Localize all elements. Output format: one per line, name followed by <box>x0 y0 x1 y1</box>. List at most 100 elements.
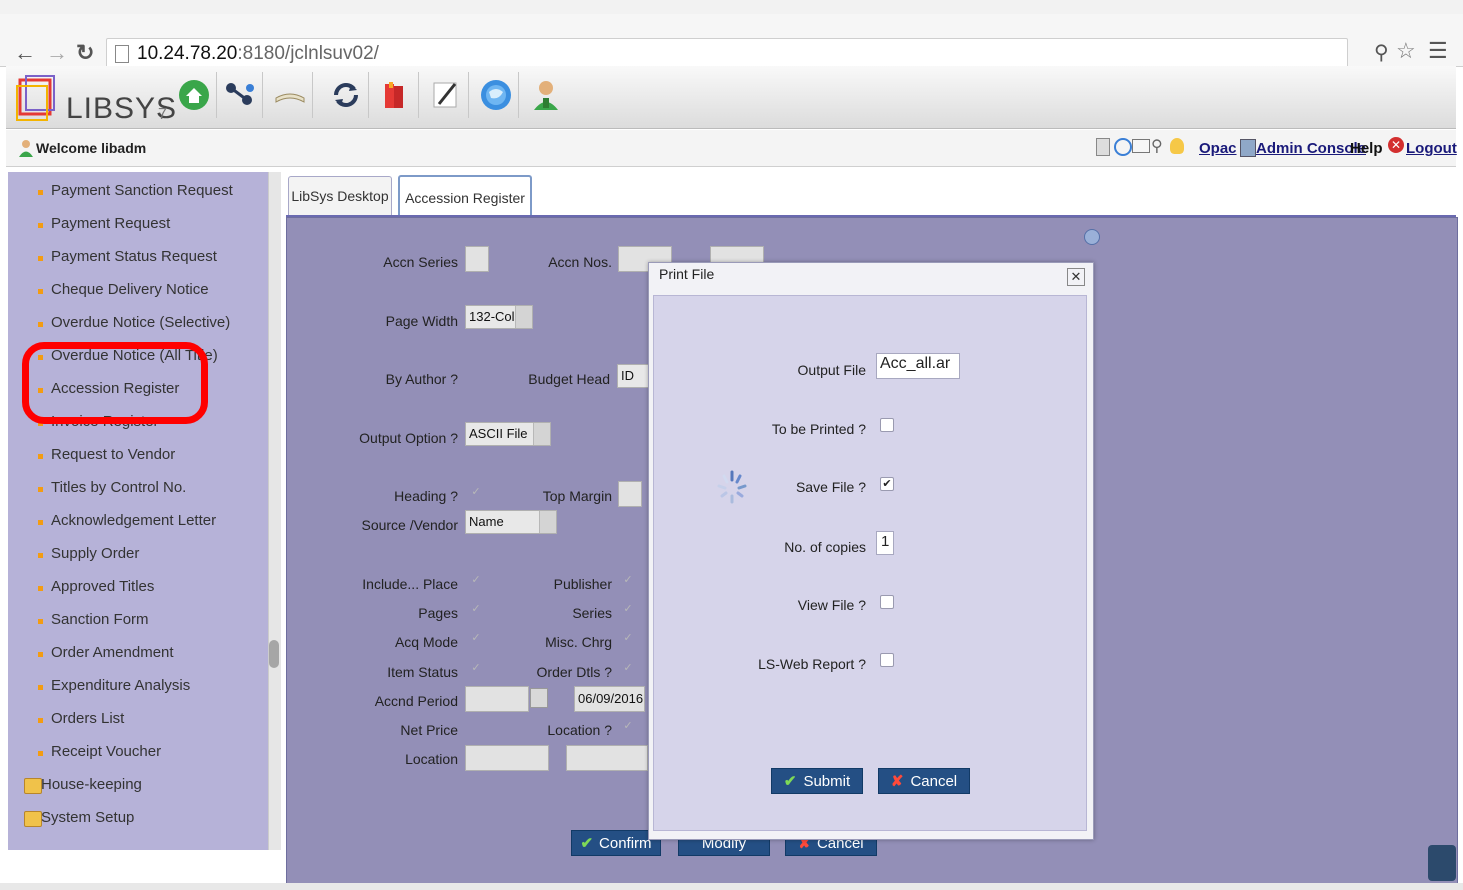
sidebar-item-request-to-vendor[interactable]: Request to Vendor <box>8 440 270 473</box>
bullet-icon <box>38 256 43 261</box>
opac-link[interactable]: Opac <box>1199 140 1237 157</box>
lsweb-report-checkbox[interactable] <box>880 653 894 667</box>
reload-icon[interactable]: ↻ <box>76 40 94 66</box>
bullet-icon <box>38 190 43 195</box>
accnd-period-from-input[interactable] <box>465 686 529 712</box>
document-icon[interactable] <box>1096 138 1110 156</box>
sidebar-scrollbar-thumb[interactable] <box>269 640 279 668</box>
bookmark-star-icon[interactable]: ☆ <box>1396 38 1416 64</box>
search-icon[interactable]: ⚲ <box>1151 136 1163 156</box>
sidebar-item-acknowledgement-letter[interactable]: Acknowledgement Letter <box>8 506 270 539</box>
globe-icon[interactable] <box>474 72 519 118</box>
user-icon[interactable] <box>524 72 568 118</box>
key-icon[interactable]: ⚲ <box>1374 40 1389 65</box>
sidebar-folder-system-setup[interactable]: System Setup <box>8 803 270 836</box>
output-file-input[interactable]: Acc_all.ar <box>876 353 960 379</box>
save-file-label: Save File ? <box>795 479 866 495</box>
books-icon[interactable] <box>374 72 419 118</box>
logout-icon[interactable]: ✕ <box>1388 137 1404 153</box>
accn-series-input[interactable] <box>465 246 489 272</box>
sidebar-item-payment-status-request[interactable]: Payment Status Request <box>8 242 270 275</box>
to-be-printed-checkbox[interactable] <box>880 418 894 432</box>
sidebar-item-orders-list[interactable]: Orders List <box>8 704 270 737</box>
sidebar-item-label: Overdue Notice (Selective) <box>51 314 231 331</box>
tab-label: LibSys Desktop <box>291 188 389 204</box>
sidebar-item-approved-titles[interactable]: Approved Titles <box>8 572 270 605</box>
bullet-icon <box>38 652 43 657</box>
accnd-period-to-input[interactable]: 06/09/2016 <box>574 686 645 712</box>
dialog-cancel-button[interactable]: ✘ Cancel <box>878 768 970 794</box>
location-from-input[interactable] <box>465 745 549 771</box>
sidebar-item-supply-order[interactable]: Supply Order <box>8 539 270 572</box>
by-author-label: By Author ? <box>385 371 458 387</box>
browser-toolbar: ← → ↻ 10.24.78.20:8180/jclnlsuv02/ ⚲ ☆ ☰ <box>0 14 1463 70</box>
source-vendor-label: Source /Vendor <box>361 517 458 533</box>
tab-accession-register[interactable]: Accession Register <box>398 175 532 218</box>
top-margin-input[interactable] <box>618 481 642 507</box>
publisher-checkbox[interactable]: ✓ <box>622 574 634 586</box>
sidebar-item-payment-request[interactable]: Payment Request <box>8 209 270 242</box>
series-label: Series <box>572 605 612 621</box>
page-width-value: 132-Cols <box>469 309 522 324</box>
dialog-cancel-button-label: Cancel <box>910 772 958 790</box>
home-icon[interactable] <box>172 72 217 118</box>
item-status-label: Item Status <box>387 664 458 680</box>
output-option-select[interactable]: ASCII File <box>465 422 551 446</box>
settings-icon[interactable] <box>1114 138 1132 156</box>
network-icon[interactable] <box>218 72 263 118</box>
to-be-printed-label: To be Printed ? <box>771 421 866 437</box>
refresh-icon[interactable] <box>324 72 369 118</box>
budget-head-select[interactable]: ID <box>617 364 649 388</box>
sidebar-item-titles-by-control-no[interactable]: Titles by Control No. <box>8 473 270 506</box>
heading-checkbox[interactable]: ✓ <box>470 486 482 498</box>
sidebar-folder-house-keeping[interactable]: House-keeping <box>8 770 270 803</box>
sidebar-item-receipt-voucher[interactable]: Receipt Voucher <box>8 737 270 770</box>
sidebar-item-overdue-notice-selective[interactable]: Overdue Notice (Selective) <box>8 308 270 341</box>
pencil-icon[interactable] <box>424 72 469 118</box>
back-icon[interactable]: ← <box>14 40 36 66</box>
sidebar-item-expenditure-analysis[interactable]: Expenditure Analysis <box>8 671 270 704</box>
lightbulb-icon[interactable] <box>1170 138 1184 154</box>
book-icon[interactable] <box>268 72 313 118</box>
by-author-checkbox[interactable] <box>470 369 482 381</box>
calendar-icon[interactable] <box>530 688 548 708</box>
top-margin-label: Top Margin <box>542 488 612 504</box>
help-link[interactable]: Help <box>1350 140 1383 157</box>
location-to-input[interactable] <box>566 745 648 771</box>
menu-icon[interactable]: ☰ <box>1428 38 1448 64</box>
misc-chrg-checkbox[interactable]: ✓ <box>622 632 634 644</box>
net-price-checkbox[interactable] <box>470 720 482 732</box>
sidebar-item-sanction-form[interactable]: Sanction Form <box>8 605 270 638</box>
item-status-checkbox[interactable]: ✓ <box>470 662 482 674</box>
include-place-checkbox[interactable]: ✓ <box>470 574 482 586</box>
help-icon[interactable] <box>1084 229 1100 245</box>
acq-mode-checkbox[interactable]: ✓ <box>470 632 482 644</box>
view-file-checkbox[interactable] <box>880 595 894 609</box>
sidebar-scrollbar[interactable] <box>268 172 281 850</box>
forward-icon[interactable]: → <box>46 40 68 66</box>
dialog-close-icon[interactable]: ✕ <box>1067 268 1085 286</box>
misc-chrg-label: Misc. Chrg <box>545 634 612 650</box>
series-checkbox[interactable]: ✓ <box>622 603 634 615</box>
order-dtls-checkbox[interactable]: ✓ <box>622 662 634 674</box>
mail-icon[interactable] <box>1132 139 1150 153</box>
budget-head-label: Budget Head <box>528 371 610 387</box>
bullet-icon <box>38 751 43 756</box>
sidebar-item-order-amendment[interactable]: Order Amendment <box>8 638 270 671</box>
horizontal-scrollbar[interactable] <box>0 883 1463 890</box>
pages-checkbox[interactable]: ✓ <box>470 603 482 615</box>
tab-libsys-desktop[interactable]: LibSys Desktop <box>288 176 392 215</box>
sidebar-item-label: Acknowledgement Letter <box>51 512 217 529</box>
submit-button-label: Submit <box>803 772 851 790</box>
folder-icon <box>24 811 42 827</box>
copies-input[interactable]: 1 <box>876 531 894 555</box>
sidebar-item-payment-sanction-request[interactable]: Payment Sanction Request <box>8 176 270 209</box>
submit-button[interactable]: ✔ Submit <box>771 768 863 794</box>
logout-link[interactable]: Logout <box>1406 140 1457 157</box>
page-width-select[interactable]: 132-Cols <box>465 305 533 329</box>
save-file-checkbox[interactable]: ✔ <box>880 477 894 491</box>
location-checkbox[interactable]: ✓ <box>622 720 634 732</box>
source-vendor-select[interactable]: Name <box>465 510 557 534</box>
chat-widget-icon[interactable] <box>1428 845 1456 881</box>
sidebar-item-cheque-delivery-notice[interactable]: Cheque Delivery Notice <box>8 275 270 308</box>
